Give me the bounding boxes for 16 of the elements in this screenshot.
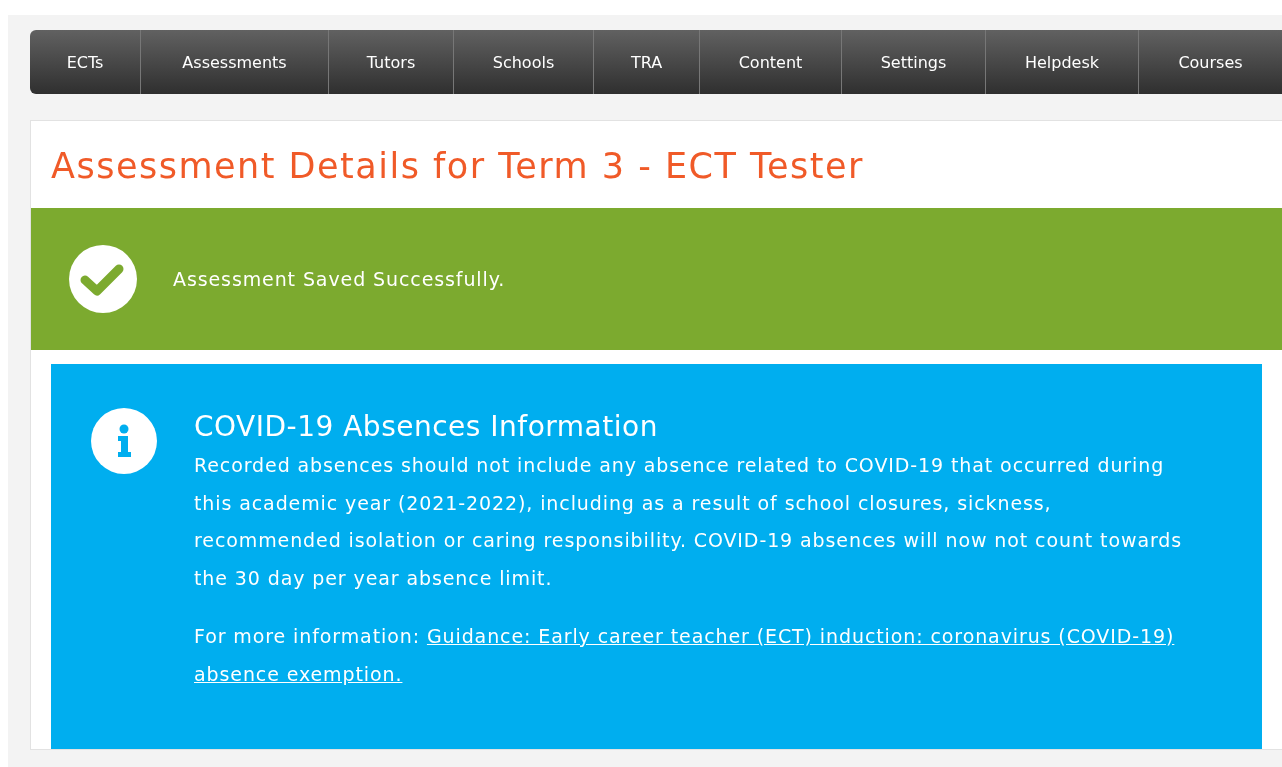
nav-tab[interactable]: Courses: [1139, 30, 1282, 94]
nav-tab[interactable]: Assessments: [141, 30, 329, 94]
nav-tab[interactable]: Helpdesk: [986, 30, 1139, 94]
success-message: Assessment Saved Successfully.: [173, 268, 506, 290]
page-title: Assessment Details for Term 3 - ECT Tester: [50, 145, 865, 188]
info-icon: [91, 408, 157, 474]
nav-tab[interactable]: Settings: [842, 30, 986, 94]
nav-tab[interactable]: TRA: [594, 30, 700, 94]
nav-tab[interactable]: Tutors: [329, 30, 454, 94]
info-title: COVID-19 Absences Information: [194, 410, 659, 443]
more-info-text: For more information: Guidance: Early career teacher (ECT) induction: coronavirus (COVID-19) absence exemption.: [194, 624, 1176, 687]
info-text: Recorded absences should not include any absence related to COVID-19 that occurred during this academic year (2021-2022), including as a result of school closures, sickness, recommended isolation or caring responsibility. COVID-19 absences will now not count towards the 30 day per year absence limit.: [194, 453, 1184, 591]
nav-tab[interactable]: ECTs: [30, 30, 141, 94]
check-circle-icon: [69, 245, 137, 313]
nav-tab[interactable]: Content: [700, 30, 842, 94]
nav-tab[interactable]: Schools: [454, 30, 594, 94]
